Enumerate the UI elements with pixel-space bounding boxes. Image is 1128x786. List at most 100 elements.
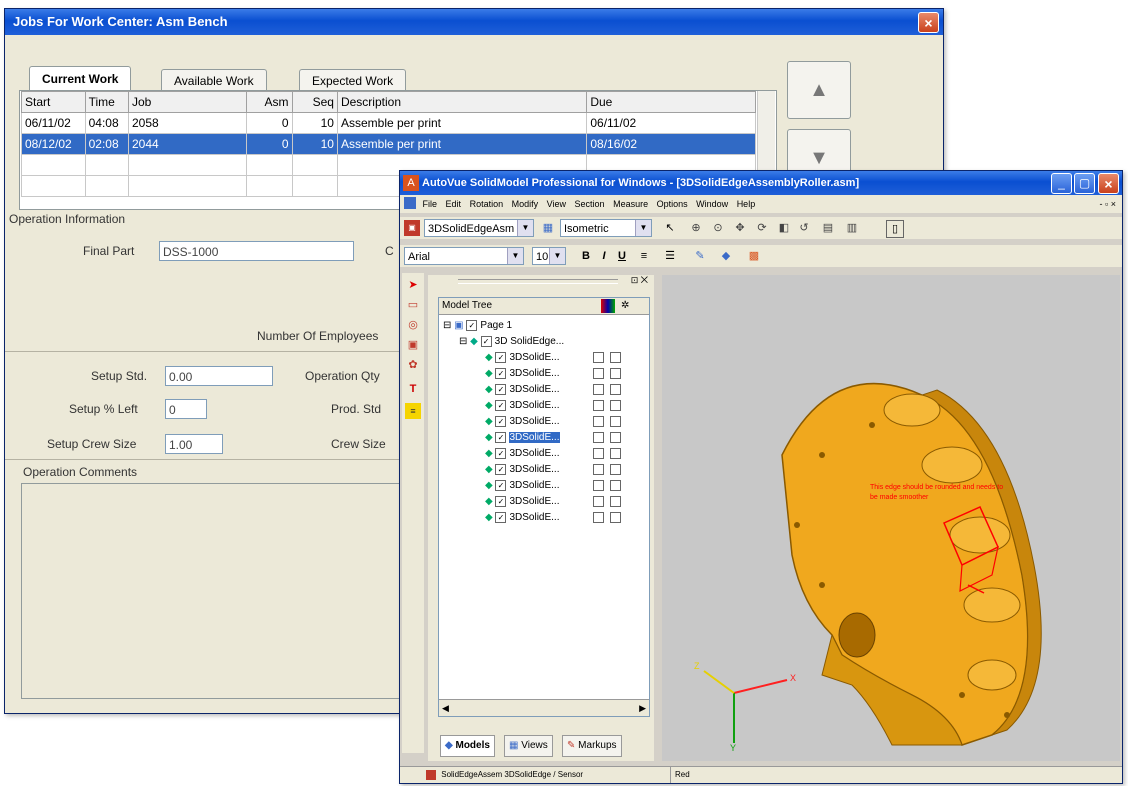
status-bar: SolidEdgeAssem 3DSolidEdge / Sensor Red: [400, 766, 1122, 783]
tree-item-page[interactable]: ⊟ ▣ ✓ Page 1: [443, 318, 512, 334]
model-viewport[interactable]: This edge should be rounded and needs to…: [662, 275, 1120, 761]
layers-icon[interactable]: ▦: [540, 220, 556, 236]
mdi-controls[interactable]: - ▫ ×: [1100, 195, 1116, 213]
part-icon: ◆: [485, 352, 496, 363]
checkbox[interactable]: ✓: [495, 463, 507, 475]
col-asm[interactable]: Asm: [246, 91, 293, 113]
checkbox[interactable]: ✓: [495, 383, 507, 395]
line-style-icon[interactable]: ☰: [662, 248, 678, 264]
font-size-combo[interactable]: 10 ▼: [532, 247, 566, 265]
menu-view[interactable]: View: [547, 199, 566, 209]
autovue-close-button[interactable]: ×: [1098, 173, 1119, 194]
panel-grip[interactable]: [458, 279, 618, 284]
move-up-button[interactable]: ▲: [787, 61, 851, 119]
checkbox[interactable]: ✓: [495, 495, 507, 507]
palette-icon[interactable]: ▩: [746, 248, 762, 264]
checkbox[interactable]: ✓: [466, 319, 478, 331]
zoom-fit-icon[interactable]: ⊙: [710, 220, 726, 236]
menu-help[interactable]: Help: [737, 199, 756, 209]
bold-button[interactable]: B: [578, 248, 594, 264]
circle-tool-icon[interactable]: ◎: [405, 317, 421, 333]
camera-icon[interactable]: ▤: [820, 220, 836, 236]
autovue-titlebar[interactable]: AutoVue SolidModel Professional for Wind…: [400, 171, 1122, 195]
reset-icon[interactable]: ↺: [796, 220, 812, 236]
page-icon[interactable]: ▣: [404, 220, 420, 236]
rotate-icon[interactable]: ⟳: [754, 220, 770, 236]
panel-close-icon[interactable]: ⊡ ⨉: [631, 275, 648, 286]
operation-comments-box[interactable]: [21, 483, 403, 699]
part-icon: ◆: [485, 512, 496, 523]
col-start[interactable]: Start: [21, 91, 86, 113]
menu-file[interactable]: File: [423, 199, 438, 209]
final-part-field[interactable]: DSS-1000: [159, 241, 354, 261]
bolt-hole: [819, 582, 825, 588]
menu-edit[interactable]: Edit: [446, 199, 462, 209]
checkbox[interactable]: ✓: [495, 399, 507, 411]
checkbox[interactable]: ✓: [495, 479, 507, 491]
checkbox[interactable]: ✓: [480, 335, 492, 347]
scroll-left-icon[interactable]: ◀: [439, 703, 449, 713]
scroll-right-icon[interactable]: ▶: [639, 700, 646, 716]
pointer-icon[interactable]: ↖: [662, 220, 678, 236]
checkbox[interactable]: ✓: [495, 351, 507, 363]
zoom-icon[interactable]: ⊕: [688, 220, 704, 236]
color-fill-icon[interactable]: ◆: [718, 248, 734, 264]
checkbox[interactable]: ✓: [495, 367, 507, 379]
model-tree-title: Model Tree: [442, 300, 493, 311]
tab-models[interactable]: ◆ Models: [440, 735, 495, 757]
shade-icon[interactable]: ◧: [776, 220, 792, 236]
menu-modify[interactable]: Modify: [512, 199, 539, 209]
tab-available-work[interactable]: Available Work: [161, 69, 267, 92]
roller-assembly-model[interactable]: [662, 275, 1120, 761]
cloud-tool-icon[interactable]: ✿: [405, 357, 421, 373]
col-job[interactable]: Job: [127, 91, 248, 113]
menu-options[interactable]: Options: [657, 199, 688, 209]
col-seq[interactable]: Seq: [291, 91, 338, 113]
setup-crew-size-field[interactable]: 1.00: [165, 434, 223, 454]
pan-icon[interactable]: ✥: [732, 220, 748, 236]
setup-std-field[interactable]: 0.00: [165, 366, 273, 386]
note-tool-icon[interactable]: ≡: [405, 403, 421, 419]
visibility-column-icon[interactable]: ✲: [621, 298, 629, 314]
pen-icon[interactable]: ✎: [692, 248, 708, 264]
checkbox[interactable]: ✓: [495, 431, 507, 443]
underline-button[interactable]: U: [614, 248, 630, 264]
tab-current-work[interactable]: Current Work: [29, 66, 132, 92]
cell-start: 06/11/02: [21, 112, 86, 134]
color-column-icon[interactable]: [601, 299, 615, 313]
select-arrow-icon[interactable]: ➤: [405, 277, 421, 293]
align-icon[interactable]: ≡: [636, 248, 652, 264]
checkbox[interactable]: ✓: [495, 511, 507, 523]
tree-horizontal-scrollbar[interactable]: ◀ ▶: [439, 699, 649, 716]
setup-pct-left-field[interactable]: 0: [165, 399, 207, 419]
rectangle-tool-icon[interactable]: ▭: [405, 297, 421, 313]
maximize-button[interactable]: ▢: [1074, 173, 1095, 194]
menu-section[interactable]: Section: [575, 199, 605, 209]
model-combo[interactable]: 3DSolidEdgeAsm ▼: [424, 219, 534, 237]
tab-expected-work[interactable]: Expected Work: [299, 69, 407, 92]
col-due[interactable]: Due: [586, 91, 756, 113]
view-combo[interactable]: Isometric ▼: [560, 219, 652, 237]
tab-views[interactable]: ▦ Views: [504, 735, 553, 757]
menu-window[interactable]: Window: [696, 199, 728, 209]
tree-item-assembly[interactable]: ⊟ ◆ ✓ 3D SolidEdge...: [459, 334, 564, 350]
markup-note[interactable]: This edge should be rounded and needs to…: [870, 483, 1010, 503]
checkbox[interactable]: ✓: [495, 447, 507, 459]
menu-measure[interactable]: Measure: [613, 199, 648, 209]
tab-markups[interactable]: ✎ Markups: [562, 735, 622, 757]
stamp-tool-icon[interactable]: ▣: [405, 337, 421, 353]
font-combo[interactable]: Arial ▼: [404, 247, 524, 265]
table-row[interactable]: 06/11/02 04:08 2058 0 10 Assemble per pr…: [21, 112, 756, 134]
checkbox[interactable]: ✓: [495, 415, 507, 427]
properties-icon[interactable]: ▥: [844, 220, 860, 236]
table-row-selected[interactable]: 08/12/02 02:08 2044 0 10 Assemble per pr…: [21, 133, 756, 155]
italic-button[interactable]: I: [596, 248, 612, 264]
col-description[interactable]: Description: [336, 91, 588, 113]
text-tool-icon[interactable]: T: [405, 381, 421, 397]
close-button[interactable]: ×: [918, 12, 939, 33]
panel-toggle-icon[interactable]: ▯: [886, 220, 904, 238]
col-time[interactable]: Time: [84, 91, 130, 113]
jobs-window-titlebar[interactable]: Jobs For Work Center: Asm Bench: [5, 9, 943, 35]
menu-rotation[interactable]: Rotation: [470, 199, 504, 209]
minimize-button[interactable]: _: [1051, 173, 1072, 194]
